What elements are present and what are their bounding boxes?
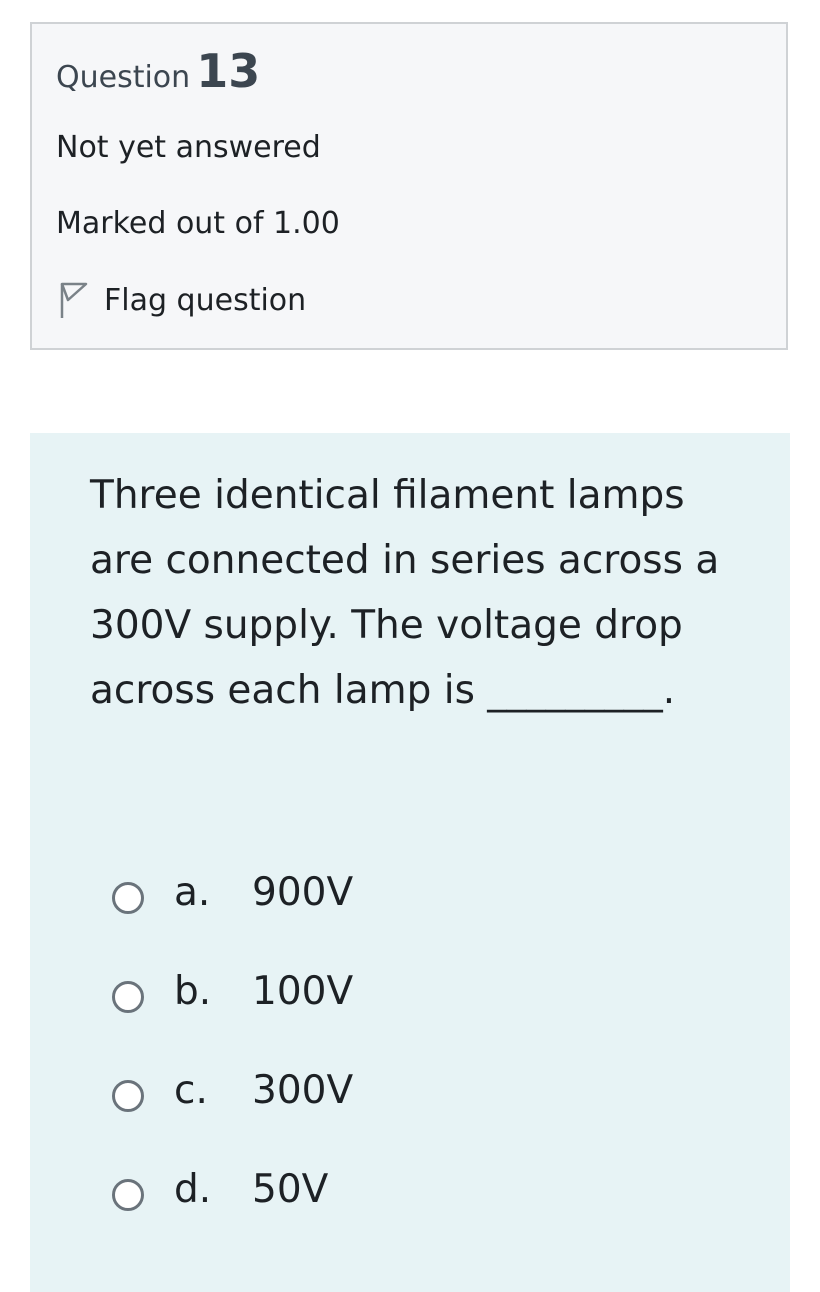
answer-letter: b. xyxy=(174,969,212,1014)
question-number: 13 xyxy=(196,44,261,98)
answer-letter: a. xyxy=(174,870,211,915)
flag-outline-icon xyxy=(56,280,90,320)
answer-option-a[interactable]: a. 900V xyxy=(112,843,353,942)
question-text: Three identical filament lamps are conne… xyxy=(90,473,720,713)
question-heading: Question 13 xyxy=(56,44,260,98)
question-state: Not yet answered xyxy=(56,130,321,165)
radio-button-d[interactable] xyxy=(112,1178,144,1211)
answer-text: 300V xyxy=(252,1068,354,1113)
question-info-panel: Question 13 Not yet answered Marked out o… xyxy=(30,22,788,350)
answer-letter: c. xyxy=(174,1068,208,1113)
answer-option-c[interactable]: c. 300V xyxy=(112,1041,353,1140)
flag-question-link[interactable]: Flag question xyxy=(56,280,306,320)
answer-option-d[interactable]: d. 50V xyxy=(112,1140,328,1239)
answer-options: a. 900V b. 100V c. 300V d. 50V xyxy=(112,843,353,1239)
question-label: Question xyxy=(56,60,191,95)
answer-text: 900V xyxy=(252,870,354,915)
answer-letter: d. xyxy=(174,1167,212,1212)
question-grade: Marked out of 1.00 xyxy=(56,206,340,241)
question-content-panel: Three identical filament lamps are conne… xyxy=(30,433,790,1292)
answer-option-b[interactable]: b. 100V xyxy=(112,942,353,1041)
radio-button-a[interactable] xyxy=(112,881,144,914)
answer-text: 50V xyxy=(252,1167,329,1212)
radio-button-c[interactable] xyxy=(112,1079,144,1112)
flag-question-label: Flag question xyxy=(104,282,307,318)
radio-button-b[interactable] xyxy=(112,980,144,1013)
answer-text: 100V xyxy=(252,969,354,1014)
